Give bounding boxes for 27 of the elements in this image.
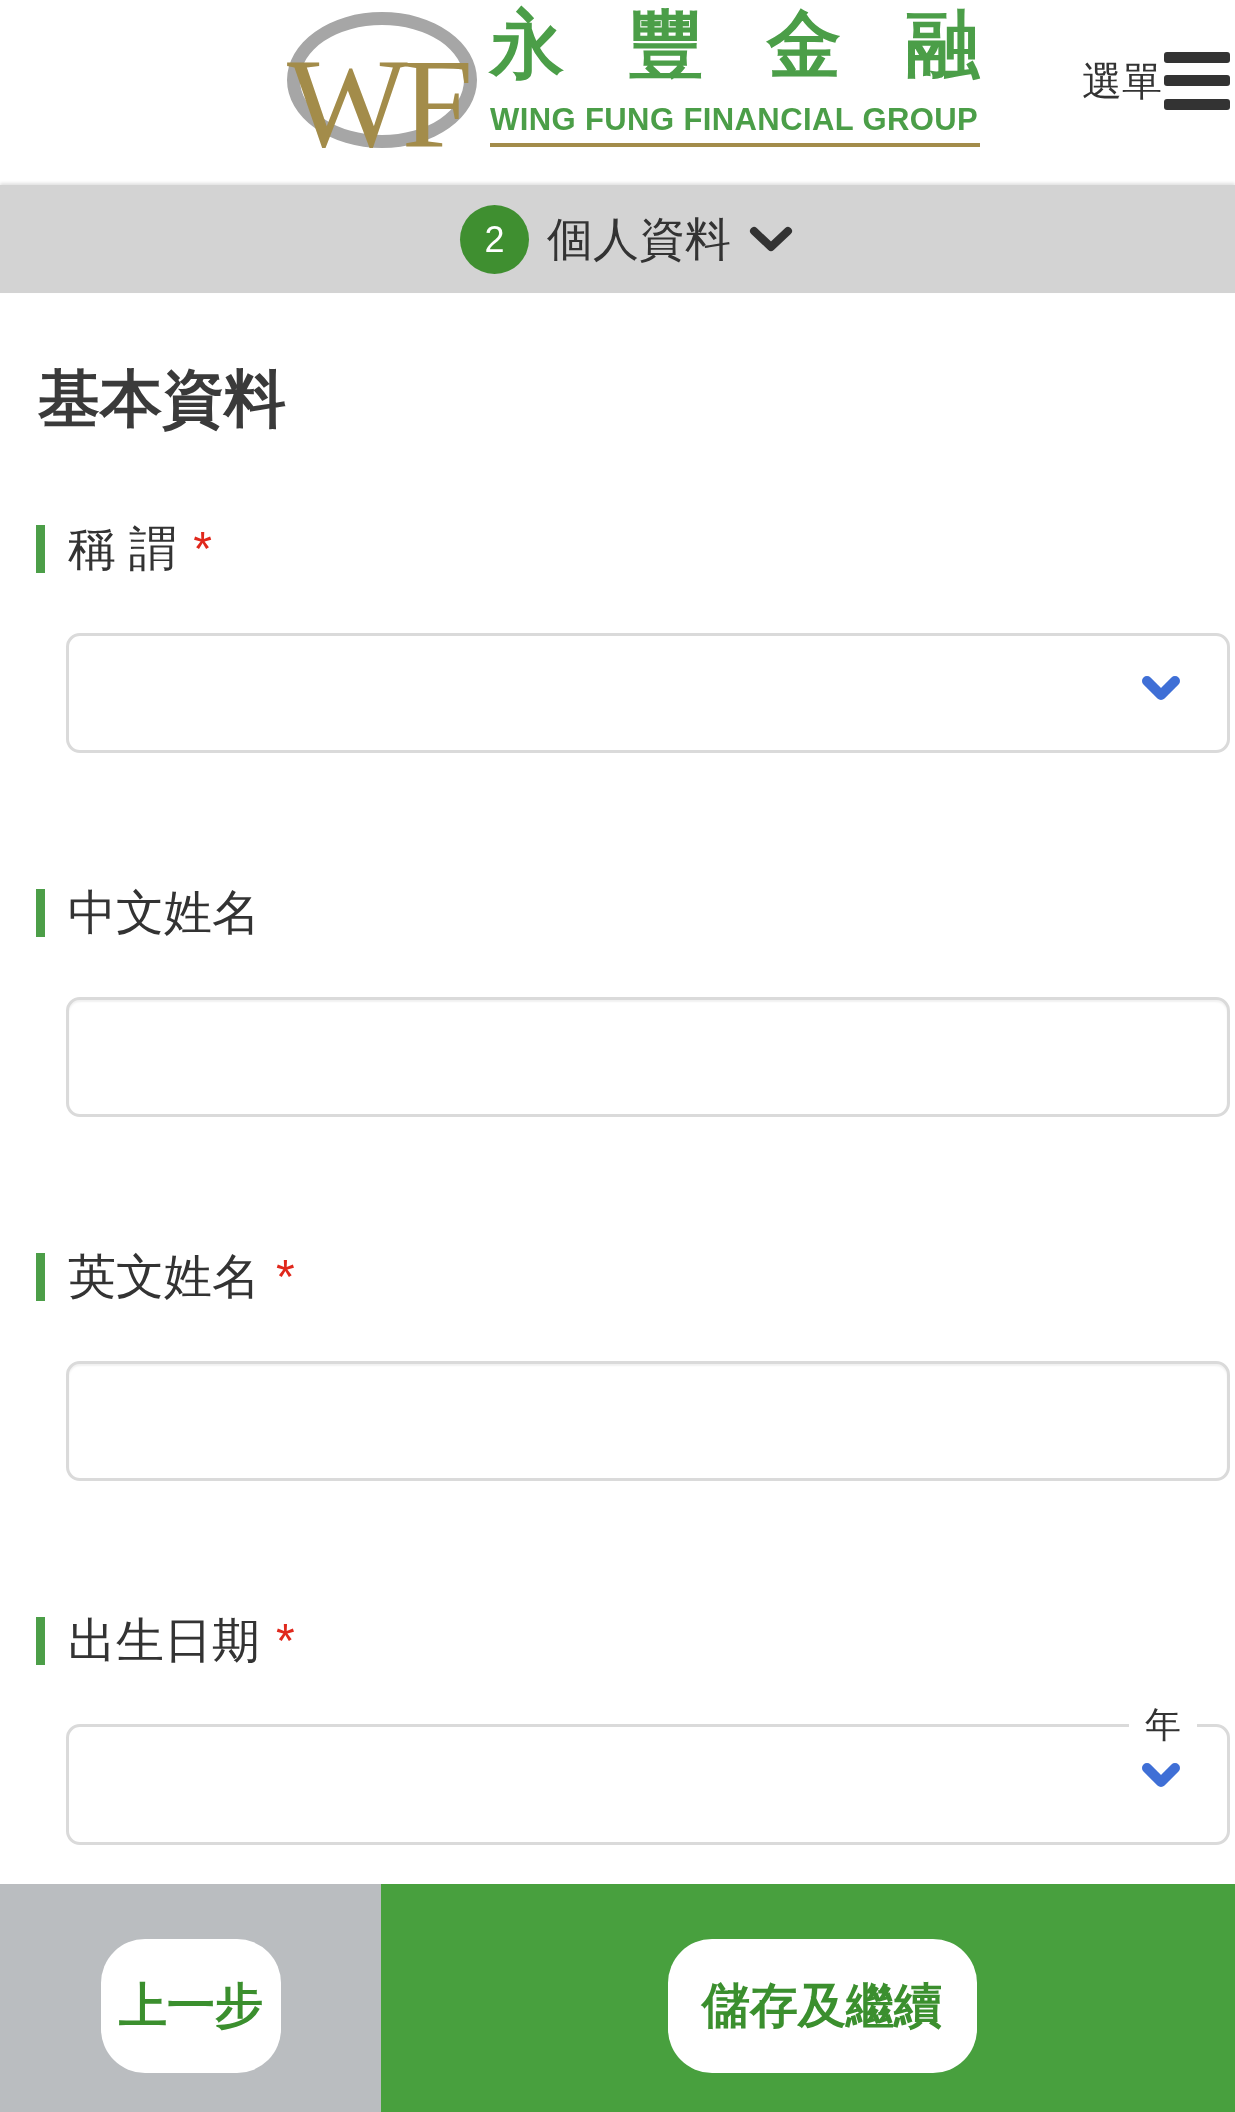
select-field[interactable]: 年: [66, 1705, 1230, 1845]
required-mark: *: [276, 1617, 295, 1665]
logo-tagline: WING FUNG FINANCIAL GROUP: [490, 104, 980, 135]
field-label: 中文姓名: [68, 889, 260, 937]
floating-label: 年: [1144, 1705, 1182, 1745]
step-selector[interactable]: 2 個人資料: [0, 185, 1235, 293]
accent-bar: [36, 525, 45, 573]
step-number-badge: 2: [460, 204, 529, 274]
accent-bar: [36, 889, 45, 937]
logo-monogram: WF: [287, 12, 477, 148]
section-heading: 基本資料: [38, 363, 287, 435]
text-field[interactable]: [66, 1361, 1230, 1481]
accent-bar: [36, 1617, 45, 1665]
text-field[interactable]: [66, 997, 1230, 1117]
chevron-down-icon: [1141, 1762, 1181, 1790]
chevron-down-icon: [1141, 675, 1181, 703]
accent-bar: [36, 1253, 45, 1301]
save-continue-button[interactable]: 儲存及繼續: [667, 1939, 977, 2073]
select-field[interactable]: [66, 633, 1230, 753]
menu-icon: [1164, 52, 1230, 110]
field-label: 英文姓名: [68, 1253, 260, 1301]
field-label: 稱 謂: [68, 525, 178, 573]
menu-button[interactable]: 選單: [1082, 52, 1230, 110]
required-mark: *: [193, 525, 213, 573]
field-label: 出生日期: [68, 1617, 260, 1665]
back-button[interactable]: 上一步: [100, 1939, 281, 2073]
required-mark: *: [276, 1253, 295, 1301]
